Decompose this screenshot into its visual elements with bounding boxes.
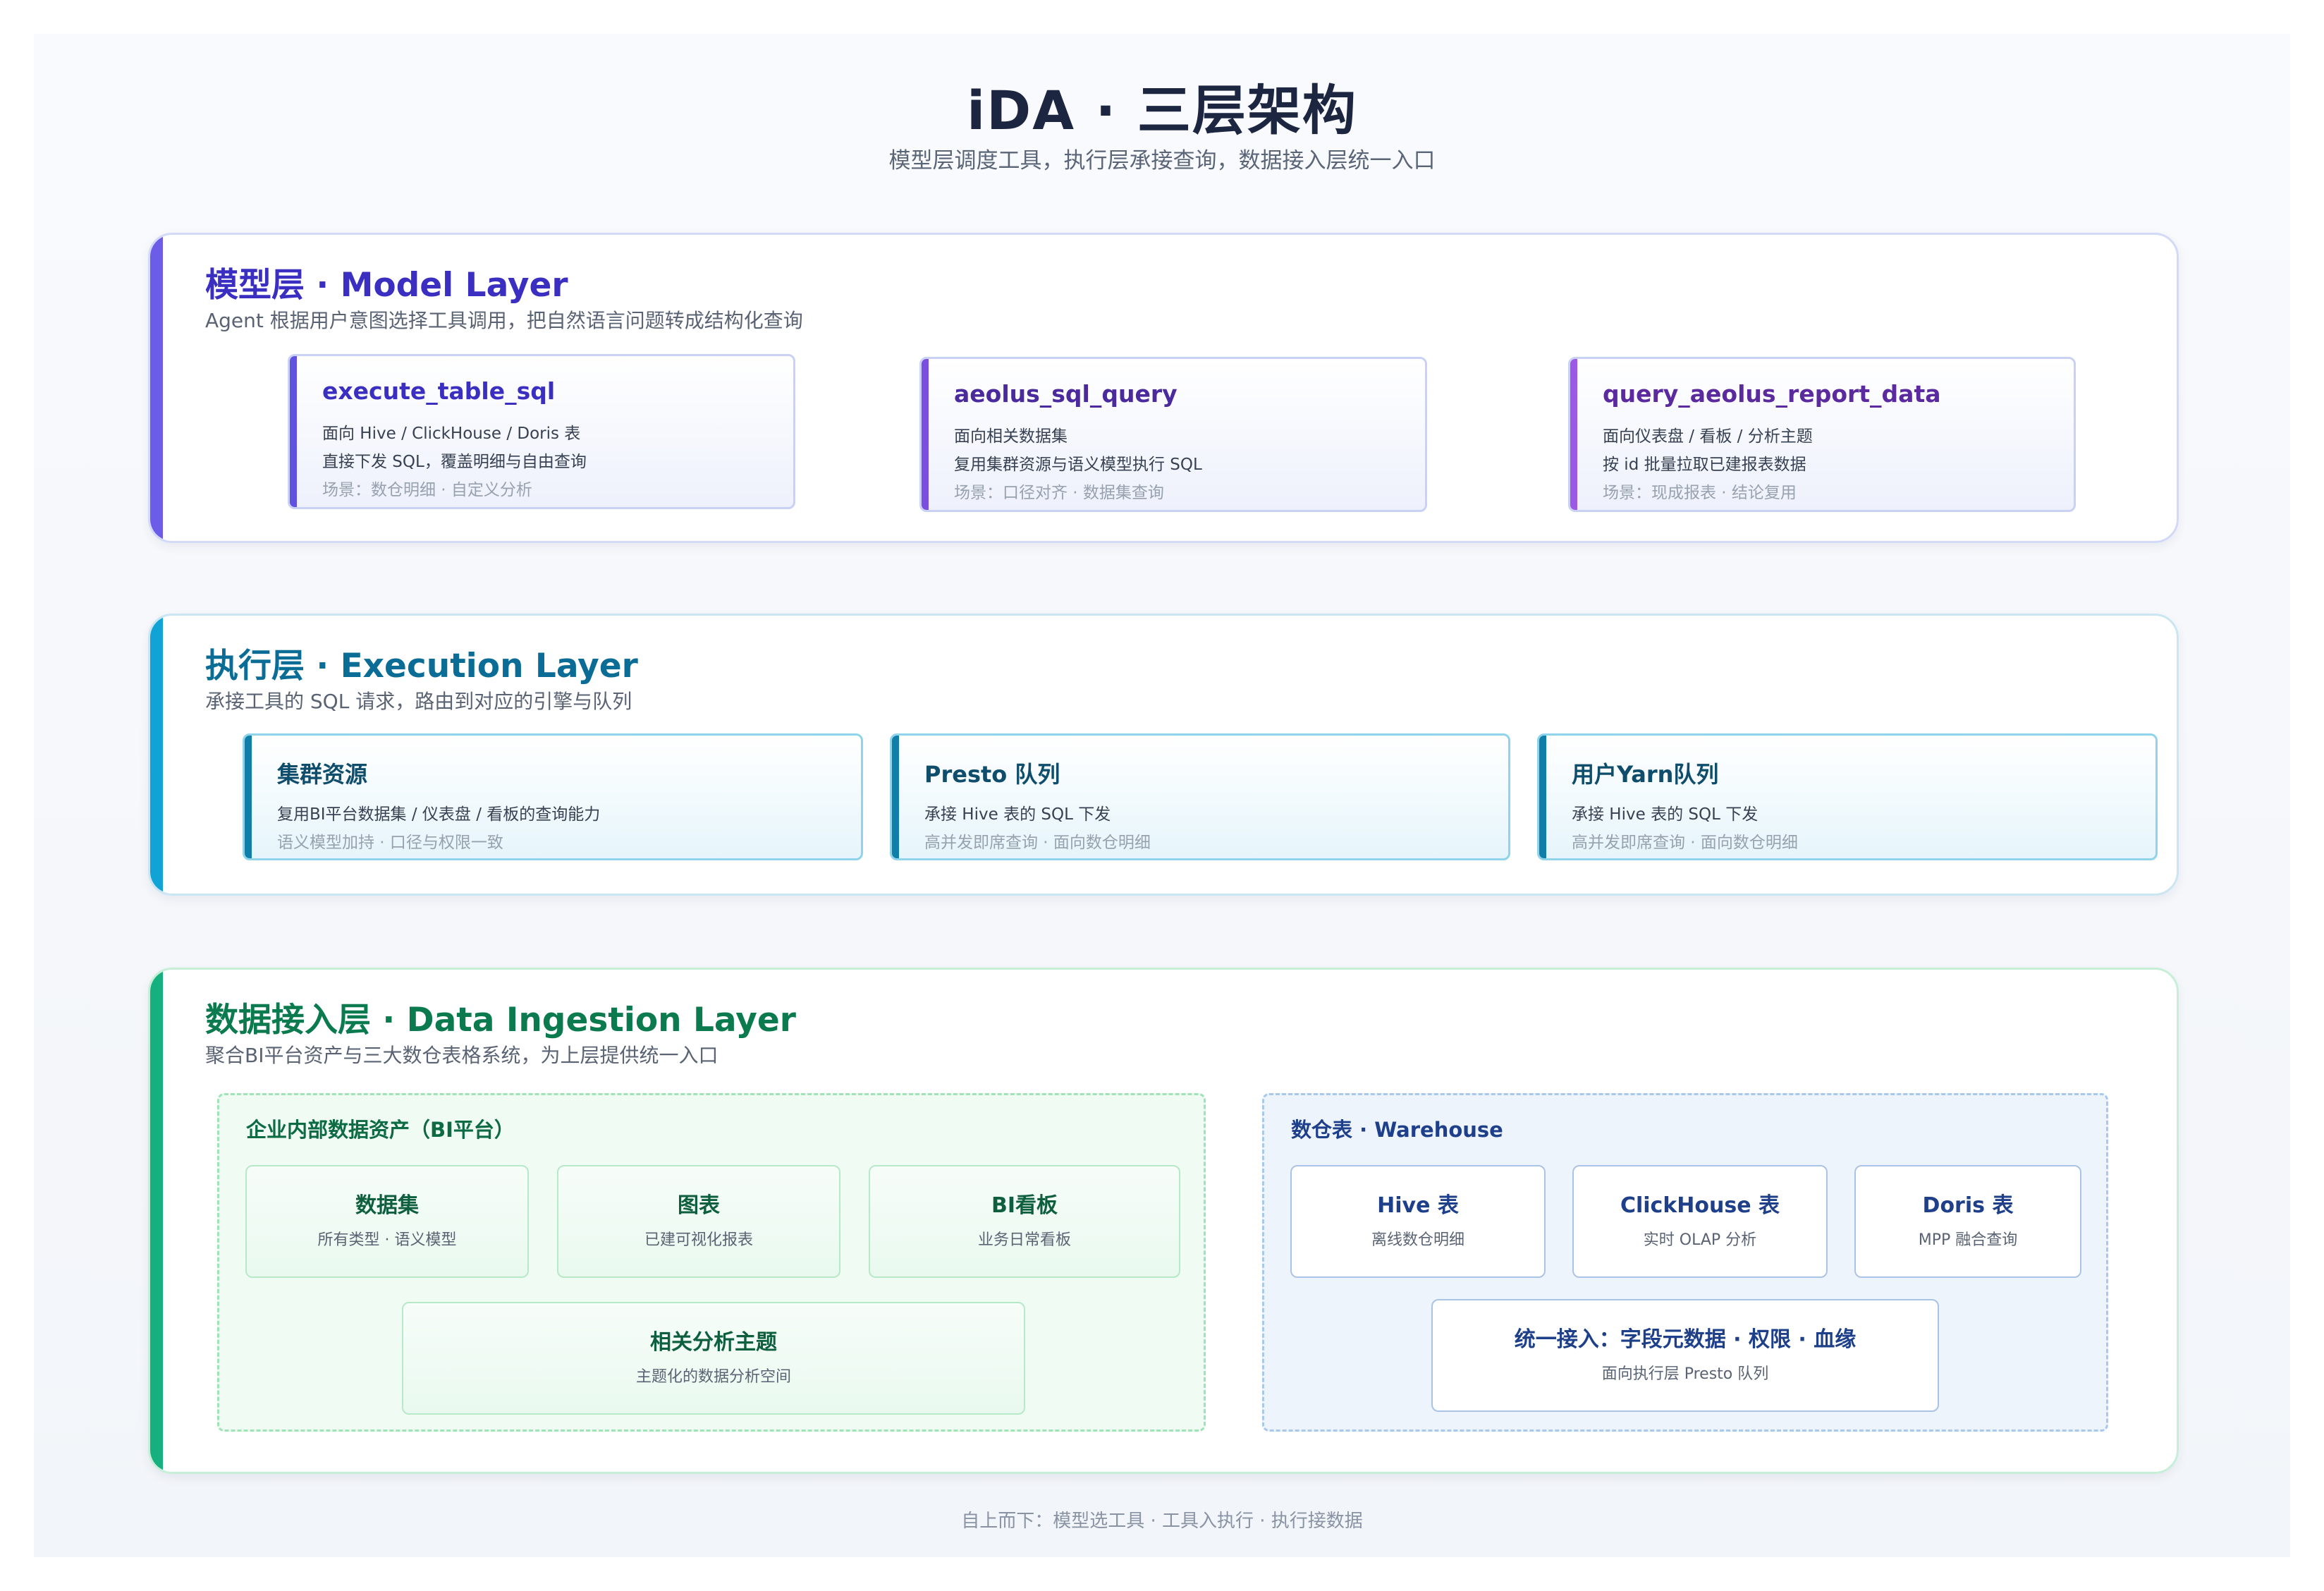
bi-asset-dashboard: BI看板 业务日常看板 [869, 1165, 1180, 1278]
diagram-subtitle: 模型层调度工具，执行层承接查询，数据接入层统一入口 [888, 148, 1436, 173]
asset-name: 统一接入：字段元数据 · 权限 · 血缘 [1514, 1327, 1857, 1352]
model-layer-accent-bar [150, 235, 163, 541]
asset-description: 面向执行层 Presto 队列 [1601, 1365, 1769, 1383]
asset-name: Hive 表 [1377, 1193, 1459, 1218]
bi-asset-dataset: 数据集 所有类型 · 语义模型 [245, 1165, 529, 1278]
exec-card-accent [892, 736, 899, 858]
exec-card-description: 承接 Hive 表的 SQL 下发 [1572, 805, 1759, 824]
warehouse-group-title: 数仓表 · Warehouse [1291, 1118, 1503, 1142]
tool-description: 按 id 批量拉取已建报表数据 [1603, 456, 1806, 474]
bi-asset-chart: 图表 已建可视化报表 [557, 1165, 840, 1278]
asset-description: 已建可视化报表 [644, 1231, 753, 1249]
tool-scenario: 场景：数仓明细 · 自定义分析 [322, 481, 532, 499]
asset-description: 离线数仓明细 [1371, 1231, 1464, 1249]
bi-asset-analysis-topic: 相关分析主题 主题化的数据分析空间 [402, 1302, 1025, 1415]
warehouse-unified-access: 统一接入：字段元数据 · 权限 · 血缘 面向执行层 Presto 队列 [1431, 1299, 1939, 1412]
tool-name: aeolus_sql_query [954, 380, 1178, 408]
tool-card-accent [1570, 359, 1577, 510]
exec-card-presto-queue: Presto 队列 承接 Hive 表的 SQL 下发 高并发即席查询 · 面向… [890, 733, 1510, 860]
warehouse-hive-table: Hive 表 离线数仓明细 [1290, 1165, 1546, 1278]
tool-target: 面向相关数据集 [954, 427, 1068, 446]
asset-description: 业务日常看板 [977, 1231, 1071, 1249]
exec-card-accent [245, 736, 252, 858]
exec-card-description: 承接 Hive 表的 SQL 下发 [924, 805, 1111, 824]
tool-card-accent [290, 356, 297, 507]
asset-description: 主题化的数据分析空间 [635, 1368, 791, 1386]
asset-description: 实时 OLAP 分析 [1643, 1231, 1757, 1249]
exec-card-cluster-resources: 集群资源 复用BI平台数据集 / 仪表盘 / 看板的查询能力 语义模型加持 · … [243, 733, 863, 860]
exec-card-name: 集群资源 [277, 761, 368, 788]
tool-description: 复用集群资源与语义模型执行 SQL [954, 456, 1202, 474]
exec-card-name: Presto 队列 [924, 761, 1060, 788]
tool-description: 直接下发 SQL，覆盖明细与自由查询 [322, 453, 587, 471]
exec-card-yarn-queue: 用户Yarn队列 承接 Hive 表的 SQL 下发 高并发即席查询 · 面向数… [1537, 733, 2158, 860]
asset-name: Doris 表 [1922, 1193, 2014, 1218]
ingestion-layer-accent-bar [150, 970, 163, 1472]
tool-card-accent [922, 359, 929, 510]
exec-card-note: 高并发即席查询 · 面向数仓明细 [924, 834, 1151, 852]
asset-name: BI看板 [991, 1193, 1058, 1218]
exec-card-description: 复用BI平台数据集 / 仪表盘 / 看板的查询能力 [277, 805, 601, 824]
execution-layer-title: 执行层 · Execution Layer [205, 647, 638, 685]
warehouse-doris-table: Doris 表 MPP 融合查询 [1854, 1165, 2081, 1278]
exec-card-note: 语义模型加持 · 口径与权限一致 [277, 834, 503, 852]
tool-card-aeolus-sql-query: aeolus_sql_query 面向相关数据集 复用集群资源与语义模型执行 S… [919, 357, 1427, 512]
asset-name: 相关分析主题 [650, 1330, 777, 1355]
tool-name: query_aeolus_report_data [1603, 380, 1941, 408]
warehouse-clickhouse-table: ClickHouse 表 实时 OLAP 分析 [1572, 1165, 1828, 1278]
tool-card-query-aeolus-report-data: query_aeolus_report_data 面向仪表盘 / 看板 / 分析… [1568, 357, 2076, 512]
asset-description: 所有类型 · 语义模型 [317, 1231, 457, 1249]
ingestion-layer-description: 聚合BI平台资产与三大数仓表格系统，为上层提供统一入口 [205, 1044, 718, 1067]
asset-name: 图表 [678, 1193, 720, 1218]
ingestion-layer-title: 数据接入层 · Data Ingestion Layer [205, 1001, 796, 1040]
diagram-footer: 自上而下：模型选工具 · 工具入执行 · 执行接数据 [961, 1511, 1363, 1532]
model-layer-description: Agent 根据用户意图选择工具调用，把自然语言问题转成结构化查询 [205, 309, 803, 332]
tool-name: execute_table_sql [322, 377, 556, 405]
asset-name: 数据集 [355, 1193, 419, 1218]
tool-card-execute-table-sql: execute_table_sql 面向 Hive / ClickHouse /… [288, 354, 795, 509]
tool-target: 面向 Hive / ClickHouse / Doris 表 [322, 425, 581, 443]
exec-card-name: 用户Yarn队列 [1572, 761, 1719, 788]
bi-group-title: 企业内部数据资产（BI平台） [246, 1118, 515, 1142]
asset-name: ClickHouse 表 [1620, 1193, 1780, 1218]
exec-card-note: 高并发即席查询 · 面向数仓明细 [1572, 834, 1798, 852]
execution-layer-accent-bar [150, 616, 163, 894]
execution-layer-description: 承接工具的 SQL 请求，路由到对应的引擎与队列 [205, 690, 632, 713]
tool-target: 面向仪表盘 / 看板 / 分析主题 [1603, 427, 1813, 446]
model-layer-title: 模型层 · Model Layer [205, 266, 568, 305]
diagram-title: iDA · 三层架构 [967, 79, 1357, 142]
asset-description: MPP 融合查询 [1918, 1231, 2018, 1249]
exec-card-accent [1539, 736, 1546, 858]
tool-scenario: 场景：口径对齐 · 数据集查询 [954, 484, 1164, 502]
tool-scenario: 场景：现成报表 · 结论复用 [1603, 484, 1797, 502]
